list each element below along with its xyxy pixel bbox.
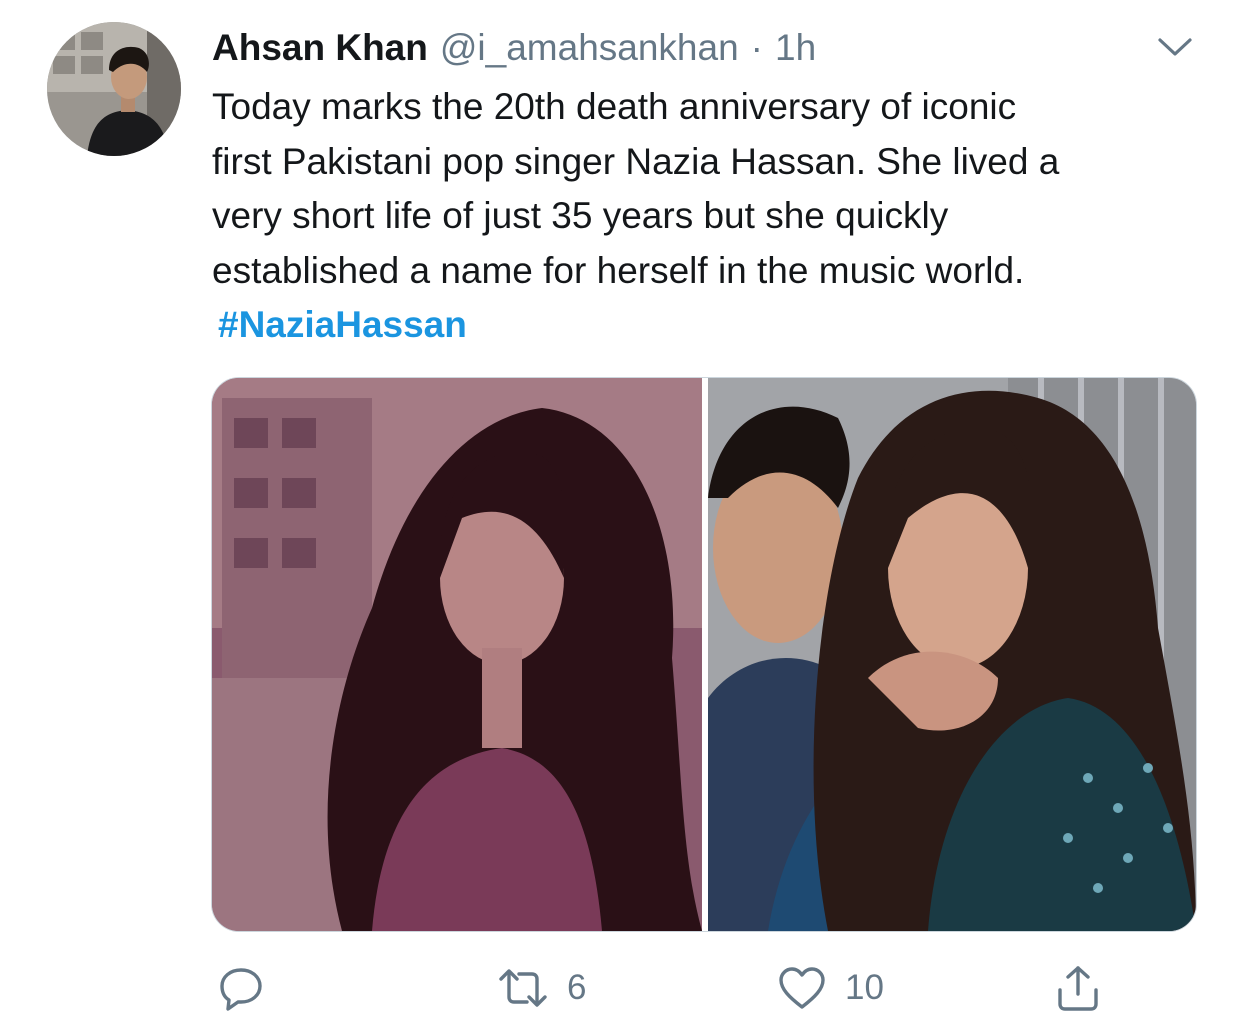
share-icon [1058,966,1098,1011]
tweet-text-line: very short life of just 35 years but she… [212,195,949,236]
reply-icon [220,968,262,1011]
hashtag-link[interactable]: #NaziaHassan [218,298,467,353]
tweet-text-line: established a name for herself in the mu… [212,249,1025,291]
like-button[interactable]: 10 [777,960,884,1016]
tweet-text-line: Today marks the 20th death anniversary o… [212,86,1017,127]
avatar[interactable] [47,22,181,156]
author-display-name[interactable]: Ahsan Khan [212,26,428,70]
tweet-header: Ahsan Khan @i_amahsankhan · 1h [212,26,816,70]
retweet-button[interactable]: 6 [497,960,586,1016]
tweet-actions: 6 10 [0,960,1242,1020]
photo-sepia-portrait [212,378,702,931]
like-count: 10 [845,968,884,1007]
author-handle[interactable]: @i_amahsankhan [440,26,739,70]
more-options-chevron-down-icon[interactable] [1155,32,1195,62]
retweet-icon [499,969,547,1007]
tweet-card[interactable]: Ahsan Khan @i_amahsankhan · 1h Today mar… [0,0,1242,1033]
separator-dot: · [750,27,763,68]
reply-button[interactable] [218,960,282,1016]
photo-duo-portrait [708,378,1196,931]
share-button[interactable] [1055,960,1119,1016]
media-photo-left[interactable] [212,378,702,931]
tweet-timestamp[interactable]: 1h [775,26,816,70]
retweet-count: 6 [567,968,587,1007]
tweet-text: Today marks the 20th death anniversary o… [212,80,1212,353]
tweet-text-line: first Pakistani pop singer Nazia Hassan.… [212,140,1060,182]
heart-icon [779,967,825,1009]
media-photo-right[interactable] [708,378,1196,931]
tweet-media [211,377,1197,932]
